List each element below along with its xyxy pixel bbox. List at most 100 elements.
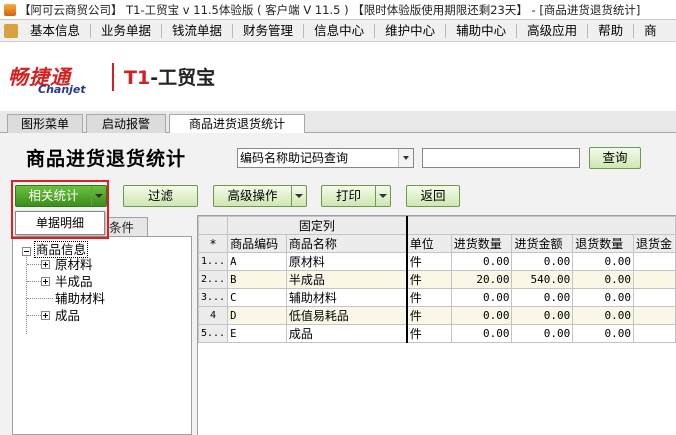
cell-in-qty: 20.00 — [450, 270, 513, 289]
conditions-tab[interactable]: 条件 — [108, 217, 148, 237]
category-tree: 商品信息 原材料 半成品 辅助材料 成品 — [12, 236, 192, 435]
advanced-ops-label: 高级操作 — [227, 188, 278, 203]
cell-return-amount — [632, 270, 676, 289]
logo-divider — [112, 63, 114, 91]
column-header-code[interactable]: 商品编码 — [227, 234, 287, 253]
product-logo: T1-工贸宝 — [124, 63, 215, 90]
tree-root[interactable]: 商品信息 — [34, 241, 89, 258]
table-row[interactable]: 2... B 半成品 件 20.00 540.00 0.00 — [197, 270, 676, 289]
tab-graphic-menu[interactable]: 图形菜单 — [7, 114, 83, 133]
cell-in-amount: 0.00 — [511, 306, 574, 325]
search-mode-select[interactable]: 编码名称助记码查询 — [237, 148, 414, 168]
cell-code: C — [227, 288, 287, 307]
tree-item-semi-finished[interactable]: 半成品 — [55, 274, 93, 290]
cell-in-amount: 0.00 — [511, 252, 574, 271]
query-button[interactable]: 查询 — [589, 147, 641, 169]
column-header-unit[interactable]: 单位 — [406, 234, 452, 253]
data-grid: 固定列 * 商品编码 商品名称 单位 进货数量 进货金额 退货数量 退货金 1.… — [197, 215, 676, 435]
cell-code: E — [227, 324, 287, 343]
header-blank — [406, 216, 676, 235]
cell-unit: 件 — [406, 288, 452, 307]
cell-return-qty: 0.00 — [572, 306, 634, 325]
cell-return-amount — [632, 306, 676, 325]
menu-item-doc-details[interactable]: 单据明细 — [36, 216, 84, 230]
select-all-star[interactable]: * — [197, 234, 229, 253]
cell-name: 成品 — [285, 324, 408, 343]
menu-bar: 基本信息 业务单据 钱流单据 财务管理 信息中心 维护中心 辅助中心 高级应用 … — [0, 20, 676, 42]
back-button[interactable]: 返回 — [406, 185, 460, 207]
product-logo-prefix: T1 — [124, 67, 151, 89]
column-header-in-amount[interactable]: 进货金额 — [511, 234, 574, 253]
window-title: 【阿可云商贸公司】 T1-工贸宝 v 11.5体验版 ( 客户端 V 11.5 … — [19, 2, 641, 17]
column-header-return-qty[interactable]: 退货数量 — [572, 234, 634, 253]
row-index: 4 — [197, 306, 229, 325]
tab-purchase-return-stats[interactable]: 商品进货退货统计 — [169, 114, 305, 134]
data-table: 固定列 * 商品编码 商品名称 单位 进货数量 进货金额 退货数量 退货金 1.… — [197, 216, 676, 343]
cell-code: A — [227, 252, 287, 271]
menu-business-docs[interactable]: 业务单据 — [91, 23, 163, 38]
menu-more[interactable]: 商 — [634, 23, 667, 38]
cell-name: 辅助材料 — [285, 288, 408, 307]
print-button[interactable]: 打印 — [321, 185, 391, 207]
tree-connector — [26, 257, 27, 334]
cell-unit: 件 — [406, 270, 452, 289]
menu-help[interactable]: 帮助 — [588, 23, 635, 38]
expand-icon[interactable] — [41, 277, 50, 286]
cell-in-amount: 0.00 — [511, 288, 574, 307]
page-title: 商品进货退货统计 — [26, 148, 187, 170]
fixed-columns-group: 固定列 — [227, 216, 408, 235]
tree-connector — [27, 315, 41, 316]
menu-basic-info[interactable]: 基本信息 — [20, 23, 92, 38]
logo-area: 畅捷通 Chanjet T1-工贸宝 — [0, 43, 676, 111]
chevron-down-icon[interactable] — [375, 186, 390, 206]
cell-in-qty: 0.00 — [450, 324, 513, 343]
table-row[interactable]: 3... C 辅助材料 件 0.00 0.00 0.00 — [197, 288, 676, 307]
expand-icon[interactable] — [41, 311, 50, 320]
cell-unit: 件 — [406, 306, 452, 325]
menu-cash-docs[interactable]: 钱流单据 — [162, 23, 234, 38]
column-header-in-qty[interactable]: 进货数量 — [450, 234, 513, 253]
tab-startup-alerts[interactable]: 启动报警 — [86, 114, 166, 133]
filter-button[interactable]: 过滤 — [123, 185, 198, 207]
cell-return-amount — [632, 324, 676, 343]
print-label: 打印 — [335, 188, 361, 203]
stats-dropdown-menu: 单据明细 — [15, 211, 105, 235]
tree-item-auxiliary-materials[interactable]: 辅助材料 — [55, 291, 105, 307]
table-row[interactable]: 4 D 低值易耗品 件 0.00 0.00 0.00 — [197, 306, 676, 325]
menu-maintenance[interactable]: 维护中心 — [375, 23, 447, 38]
chevron-down-icon[interactable] — [291, 186, 306, 206]
cell-return-amount — [632, 252, 676, 271]
column-header-name[interactable]: 商品名称 — [285, 234, 408, 253]
chanjet-logo-en: Chanjet — [38, 83, 86, 96]
column-header-return-amount[interactable]: 退货金 — [632, 234, 676, 253]
cell-in-qty: 0.00 — [450, 306, 513, 325]
row-index: 5... — [197, 324, 229, 343]
tree-connector — [27, 264, 41, 265]
menu-finance[interactable]: 财务管理 — [233, 23, 305, 38]
chevron-down-icon[interactable] — [398, 149, 413, 167]
tree-connector — [27, 281, 41, 282]
row-index: 1... — [197, 252, 229, 271]
menu-info-center[interactable]: 信息中心 — [304, 23, 376, 38]
cell-name: 半成品 — [285, 270, 408, 289]
cell-return-qty: 0.00 — [572, 288, 634, 307]
menu-auxiliary[interactable]: 辅助中心 — [446, 23, 518, 38]
collapse-icon[interactable] — [22, 247, 31, 256]
app-icon — [4, 3, 16, 16]
expand-icon[interactable] — [41, 260, 50, 269]
table-row[interactable]: 1... A 原材料 件 0.00 0.00 0.00 — [197, 252, 676, 271]
cell-unit: 件 — [406, 324, 452, 343]
cell-name: 原材料 — [285, 252, 408, 271]
corner-cell — [197, 216, 229, 235]
header-group-row: 固定列 — [197, 216, 676, 235]
advanced-ops-button[interactable]: 高级操作 — [213, 185, 307, 207]
product-logo-suffix: -工贸宝 — [150, 67, 216, 89]
tree-item-raw-materials[interactable]: 原材料 — [55, 257, 93, 273]
tree-root-label: 商品信息 — [34, 241, 89, 258]
tree-item-finished-goods[interactable]: 成品 — [55, 308, 80, 324]
cell-unit: 件 — [406, 252, 452, 271]
menu-app-icon[interactable] — [4, 23, 18, 38]
table-row[interactable]: 5... E 成品 件 0.00 0.00 0.00 — [197, 324, 676, 343]
search-input[interactable] — [422, 148, 580, 168]
menu-advanced[interactable]: 高级应用 — [517, 23, 589, 38]
